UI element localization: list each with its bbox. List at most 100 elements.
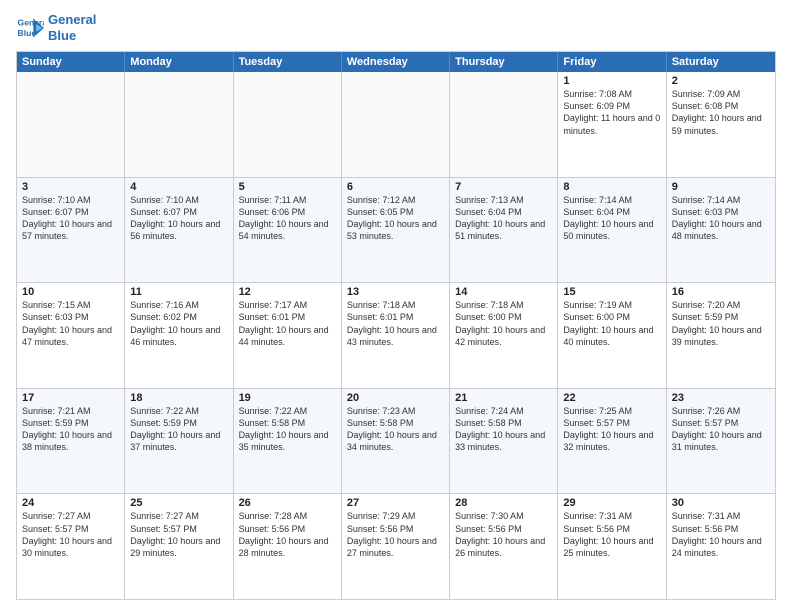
day-number: 12 [239, 286, 336, 298]
cal-header-saturday: Saturday [667, 52, 775, 72]
day-number: 18 [130, 392, 227, 404]
cal-empty [342, 72, 450, 177]
day-number: 10 [22, 286, 119, 298]
day-number: 25 [130, 497, 227, 509]
day-number: 3 [22, 181, 119, 193]
day-number: 29 [563, 497, 660, 509]
day-info: Sunrise: 7:27 AMSunset: 5:57 PMDaylight:… [22, 510, 119, 559]
cal-day-9: 9Sunrise: 7:14 AMSunset: 6:03 PMDaylight… [667, 178, 775, 283]
cal-day-23: 23Sunrise: 7:26 AMSunset: 5:57 PMDayligh… [667, 389, 775, 494]
day-info: Sunrise: 7:26 AMSunset: 5:57 PMDaylight:… [672, 405, 770, 454]
day-info: Sunrise: 7:14 AMSunset: 6:03 PMDaylight:… [672, 194, 770, 243]
day-number: 1 [563, 75, 660, 87]
day-info: Sunrise: 7:22 AMSunset: 5:59 PMDaylight:… [130, 405, 227, 454]
cal-day-8: 8Sunrise: 7:14 AMSunset: 6:04 PMDaylight… [558, 178, 666, 283]
day-info: Sunrise: 7:09 AMSunset: 6:08 PMDaylight:… [672, 88, 770, 137]
header: General Blue General Blue [16, 12, 776, 43]
logo-text: General Blue [48, 12, 96, 43]
day-number: 2 [672, 75, 770, 87]
day-info: Sunrise: 7:18 AMSunset: 6:00 PMDaylight:… [455, 299, 552, 348]
day-info: Sunrise: 7:17 AMSunset: 6:01 PMDaylight:… [239, 299, 336, 348]
calendar: SundayMondayTuesdayWednesdayThursdayFrid… [16, 51, 776, 600]
cal-day-15: 15Sunrise: 7:19 AMSunset: 6:00 PMDayligh… [558, 283, 666, 388]
day-info: Sunrise: 7:29 AMSunset: 5:56 PMDaylight:… [347, 510, 444, 559]
day-info: Sunrise: 7:27 AMSunset: 5:57 PMDaylight:… [130, 510, 227, 559]
day-info: Sunrise: 7:28 AMSunset: 5:56 PMDaylight:… [239, 510, 336, 559]
cal-day-21: 21Sunrise: 7:24 AMSunset: 5:58 PMDayligh… [450, 389, 558, 494]
day-number: 30 [672, 497, 770, 509]
cal-header-sunday: Sunday [17, 52, 125, 72]
day-number: 28 [455, 497, 552, 509]
day-number: 14 [455, 286, 552, 298]
cal-week-4: 17Sunrise: 7:21 AMSunset: 5:59 PMDayligh… [17, 388, 775, 494]
day-info: Sunrise: 7:16 AMSunset: 6:02 PMDaylight:… [130, 299, 227, 348]
cal-header-tuesday: Tuesday [234, 52, 342, 72]
day-number: 22 [563, 392, 660, 404]
day-info: Sunrise: 7:14 AMSunset: 6:04 PMDaylight:… [563, 194, 660, 243]
cal-header-friday: Friday [558, 52, 666, 72]
cal-empty [450, 72, 558, 177]
cal-day-25: 25Sunrise: 7:27 AMSunset: 5:57 PMDayligh… [125, 494, 233, 599]
cal-day-14: 14Sunrise: 7:18 AMSunset: 6:00 PMDayligh… [450, 283, 558, 388]
day-info: Sunrise: 7:12 AMSunset: 6:05 PMDaylight:… [347, 194, 444, 243]
day-info: Sunrise: 7:30 AMSunset: 5:56 PMDaylight:… [455, 510, 552, 559]
cal-day-5: 5Sunrise: 7:11 AMSunset: 6:06 PMDaylight… [234, 178, 342, 283]
cal-week-2: 3Sunrise: 7:10 AMSunset: 6:07 PMDaylight… [17, 177, 775, 283]
day-number: 11 [130, 286, 227, 298]
day-number: 15 [563, 286, 660, 298]
cal-day-16: 16Sunrise: 7:20 AMSunset: 5:59 PMDayligh… [667, 283, 775, 388]
logo: General Blue General Blue [16, 12, 96, 43]
cal-day-22: 22Sunrise: 7:25 AMSunset: 5:57 PMDayligh… [558, 389, 666, 494]
day-number: 24 [22, 497, 119, 509]
day-info: Sunrise: 7:31 AMSunset: 5:56 PMDaylight:… [672, 510, 770, 559]
day-info: Sunrise: 7:08 AMSunset: 6:09 PMDaylight:… [563, 88, 660, 137]
cal-day-26: 26Sunrise: 7:28 AMSunset: 5:56 PMDayligh… [234, 494, 342, 599]
cal-day-17: 17Sunrise: 7:21 AMSunset: 5:59 PMDayligh… [17, 389, 125, 494]
page: General Blue General Blue SundayMondayTu… [0, 0, 792, 612]
cal-day-28: 28Sunrise: 7:30 AMSunset: 5:56 PMDayligh… [450, 494, 558, 599]
cal-day-7: 7Sunrise: 7:13 AMSunset: 6:04 PMDaylight… [450, 178, 558, 283]
logo-icon: General Blue [16, 14, 44, 42]
cal-week-1: 1Sunrise: 7:08 AMSunset: 6:09 PMDaylight… [17, 72, 775, 177]
day-info: Sunrise: 7:18 AMSunset: 6:01 PMDaylight:… [347, 299, 444, 348]
cal-day-30: 30Sunrise: 7:31 AMSunset: 5:56 PMDayligh… [667, 494, 775, 599]
cal-day-13: 13Sunrise: 7:18 AMSunset: 6:01 PMDayligh… [342, 283, 450, 388]
day-info: Sunrise: 7:11 AMSunset: 6:06 PMDaylight:… [239, 194, 336, 243]
cal-day-27: 27Sunrise: 7:29 AMSunset: 5:56 PMDayligh… [342, 494, 450, 599]
day-number: 5 [239, 181, 336, 193]
cal-day-12: 12Sunrise: 7:17 AMSunset: 6:01 PMDayligh… [234, 283, 342, 388]
day-number: 4 [130, 181, 227, 193]
day-info: Sunrise: 7:22 AMSunset: 5:58 PMDaylight:… [239, 405, 336, 454]
day-info: Sunrise: 7:13 AMSunset: 6:04 PMDaylight:… [455, 194, 552, 243]
day-number: 20 [347, 392, 444, 404]
cal-header-monday: Monday [125, 52, 233, 72]
day-info: Sunrise: 7:20 AMSunset: 5:59 PMDaylight:… [672, 299, 770, 348]
cal-week-3: 10Sunrise: 7:15 AMSunset: 6:03 PMDayligh… [17, 282, 775, 388]
cal-day-19: 19Sunrise: 7:22 AMSunset: 5:58 PMDayligh… [234, 389, 342, 494]
day-number: 8 [563, 181, 660, 193]
cal-day-4: 4Sunrise: 7:10 AMSunset: 6:07 PMDaylight… [125, 178, 233, 283]
day-info: Sunrise: 7:10 AMSunset: 6:07 PMDaylight:… [22, 194, 119, 243]
cal-header-wednesday: Wednesday [342, 52, 450, 72]
day-number: 9 [672, 181, 770, 193]
cal-day-1: 1Sunrise: 7:08 AMSunset: 6:09 PMDaylight… [558, 72, 666, 177]
day-info: Sunrise: 7:15 AMSunset: 6:03 PMDaylight:… [22, 299, 119, 348]
day-info: Sunrise: 7:23 AMSunset: 5:58 PMDaylight:… [347, 405, 444, 454]
day-number: 17 [22, 392, 119, 404]
cal-day-6: 6Sunrise: 7:12 AMSunset: 6:05 PMDaylight… [342, 178, 450, 283]
day-info: Sunrise: 7:19 AMSunset: 6:00 PMDaylight:… [563, 299, 660, 348]
svg-text:Blue: Blue [18, 27, 37, 37]
day-info: Sunrise: 7:10 AMSunset: 6:07 PMDaylight:… [130, 194, 227, 243]
day-number: 7 [455, 181, 552, 193]
cal-day-20: 20Sunrise: 7:23 AMSunset: 5:58 PMDayligh… [342, 389, 450, 494]
cal-day-18: 18Sunrise: 7:22 AMSunset: 5:59 PMDayligh… [125, 389, 233, 494]
cal-day-24: 24Sunrise: 7:27 AMSunset: 5:57 PMDayligh… [17, 494, 125, 599]
calendar-body: 1Sunrise: 7:08 AMSunset: 6:09 PMDaylight… [17, 72, 775, 599]
cal-day-29: 29Sunrise: 7:31 AMSunset: 5:56 PMDayligh… [558, 494, 666, 599]
cal-empty [125, 72, 233, 177]
calendar-header: SundayMondayTuesdayWednesdayThursdayFrid… [17, 52, 775, 72]
day-number: 21 [455, 392, 552, 404]
cal-empty [17, 72, 125, 177]
cal-week-5: 24Sunrise: 7:27 AMSunset: 5:57 PMDayligh… [17, 493, 775, 599]
cal-header-thursday: Thursday [450, 52, 558, 72]
